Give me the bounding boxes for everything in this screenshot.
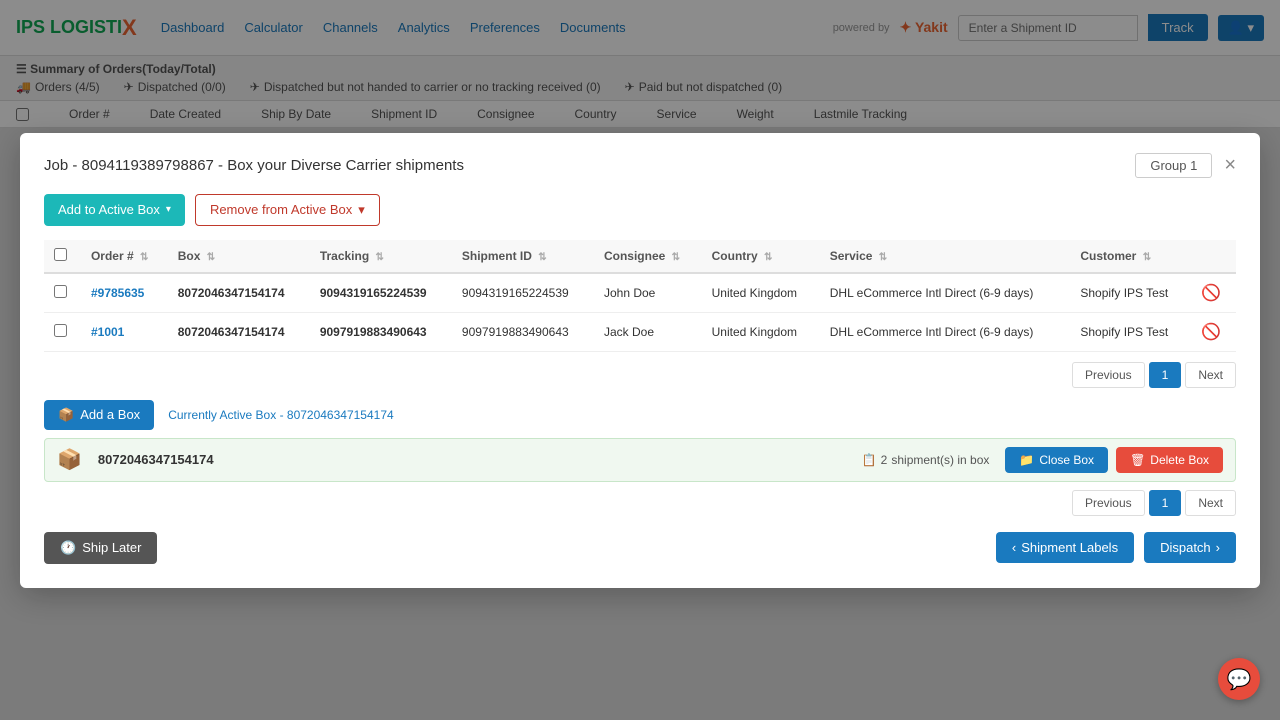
shipment-labels-label: Shipment Labels [1021,540,1118,555]
group-badge: Group 1 [1135,153,1212,178]
add-box-dropdown-arrow: ▾ [166,204,171,215]
boxes-prev-button[interactable]: Previous [1072,490,1145,516]
clock-icon: 🕐 [60,540,76,556]
add-to-active-box-button[interactable]: Add to Active Box ▾ [44,194,185,226]
table-header-row: Order # ⇅ Box ⇅ Tracking ⇅ Shipment ID ⇅… [44,240,1236,273]
orders-next-button[interactable]: Next [1185,362,1236,388]
row2-delete: 🚫 [1191,312,1236,351]
shipments-icon: 📋 [862,453,877,467]
th-country: Country ⇅ [702,240,820,273]
row2-select [44,312,81,351]
row2-consignee: Jack Doe [594,312,702,351]
th-consignee: Consignee ⇅ [594,240,702,273]
row1-service: DHL eCommerce Intl Direct (6-9 days) [820,273,1071,313]
remove-from-active-box-button[interactable]: Remove from Active Box ▾ [195,194,380,226]
th-order: Order # ⇅ [81,240,168,273]
modal-footer: 🕐 Ship Later ‹ Shipment Labels Dispatch … [44,532,1236,564]
modal-header: Job - 8094119389798867 - Box your Divers… [44,153,1236,178]
row2-order: #1001 [81,312,168,351]
delete-box-icon: 🗑 [1130,453,1145,467]
close-box-icon: 📁 [1019,453,1034,467]
chat-bubble-button[interactable]: 💬 [1218,658,1260,700]
box-job-modal: Job - 8094119389798867 - Box your Divers… [20,133,1260,588]
box-row: 📦 8072046347154174 📋 2 shipment(s) in bo… [44,438,1236,482]
row1-consignee: John Doe [594,273,702,313]
th-customer: Customer ⇅ [1070,240,1191,273]
row2-customer: Shopify IPS Test [1070,312,1191,351]
table-row: #9785635 8072046347154174 90943191652245… [44,273,1236,313]
row1-shipment-id: 9094319165224539 [452,273,594,313]
ship-later-button[interactable]: 🕐 Ship Later [44,532,157,564]
dispatch-button[interactable]: Dispatch › [1144,532,1236,563]
box-package-icon: 📦 [57,447,82,472]
add-a-box-button[interactable]: 📦 Add a Box [44,400,154,430]
box-action-buttons: 📁 Close Box 🗑 Delete Box [1005,447,1223,473]
modal-backdrop: Job - 8094119389798867 - Box your Divers… [0,0,1280,720]
orders-table: Order # ⇅ Box ⇅ Tracking ⇅ Shipment ID ⇅… [44,240,1236,352]
row1-checkbox[interactable] [54,285,67,298]
remove-active-box-label: Remove from Active Box [210,202,352,217]
th-select [44,240,81,273]
remove-box-dropdown-arrow: ▾ [358,202,365,218]
row2-country: United Kingdom [702,312,820,351]
boxes-next-button[interactable]: Next [1185,490,1236,516]
add-active-box-label: Add to Active Box [58,202,160,217]
chevron-right-icon: › [1216,540,1220,555]
active-box-text: Currently Active Box - 8072046347154174 [168,408,394,422]
orders-page-1-button[interactable]: 1 [1149,362,1182,388]
delete-box-label: Delete Box [1150,453,1209,467]
chevron-left-icon: ‹ [1012,540,1016,555]
row1-order: #9785635 [81,273,168,313]
th-service: Service ⇅ [820,240,1071,273]
select-all-orders[interactable] [54,248,67,261]
dispatch-label: Dispatch [1160,540,1211,555]
row2-tracking: 9097919883490643 [310,312,452,351]
orders-prev-button[interactable]: Previous [1072,362,1145,388]
modal-close-button[interactable]: × [1224,155,1236,175]
modal-title: Job - 8094119389798867 - Box your Divers… [44,157,464,174]
table-row: #1001 8072046347154174 9097919883490643 … [44,312,1236,351]
shipment-labels-button[interactable]: ‹ Shipment Labels [996,532,1134,563]
row1-country: United Kingdom [702,273,820,313]
row1-delete-icon[interactable]: 🚫 [1201,285,1221,302]
row1-box: 8072046347154174 [168,273,310,313]
th-tracking: Tracking ⇅ [310,240,452,273]
row1-customer: Shopify IPS Test [1070,273,1191,313]
chat-icon: 💬 [1227,667,1252,692]
add-box-row: 📦 Add a Box Currently Active Box - 80720… [44,400,1236,430]
th-shipment-id: Shipment ID ⇅ [452,240,594,273]
row1-select [44,273,81,313]
row2-service: DHL eCommerce Intl Direct (6-9 days) [820,312,1071,351]
close-box-label: Close Box [1039,453,1094,467]
th-box: Box ⇅ [168,240,310,273]
row2-shipment-id: 9097919883490643 [452,312,594,351]
footer-right-buttons: ‹ Shipment Labels Dispatch › [996,532,1236,563]
add-box-label: Add a Box [80,407,140,422]
action-buttons-row: Add to Active Box ▾ Remove from Active B… [44,194,1236,226]
boxes-pagination: Previous 1 Next [44,490,1236,516]
row1-tracking: 9094319165224539 [310,273,452,313]
box-id-label: 8072046347154174 [98,452,846,467]
add-box-icon: 📦 [58,407,74,423]
delete-box-button[interactable]: 🗑 Delete Box [1116,447,1223,473]
row2-checkbox[interactable] [54,324,67,337]
close-box-button[interactable]: 📁 Close Box [1005,447,1108,473]
orders-pagination: Previous 1 Next [44,362,1236,388]
boxes-page-1-button[interactable]: 1 [1149,490,1182,516]
row2-delete-icon[interactable]: 🚫 [1201,324,1221,341]
ship-later-label: Ship Later [82,540,141,555]
th-actions [1191,240,1236,273]
row2-box: 8072046347154174 [168,312,310,351]
row1-delete: 🚫 [1191,273,1236,313]
box-shipments-label: 📋 2 shipment(s) in box [862,453,990,467]
